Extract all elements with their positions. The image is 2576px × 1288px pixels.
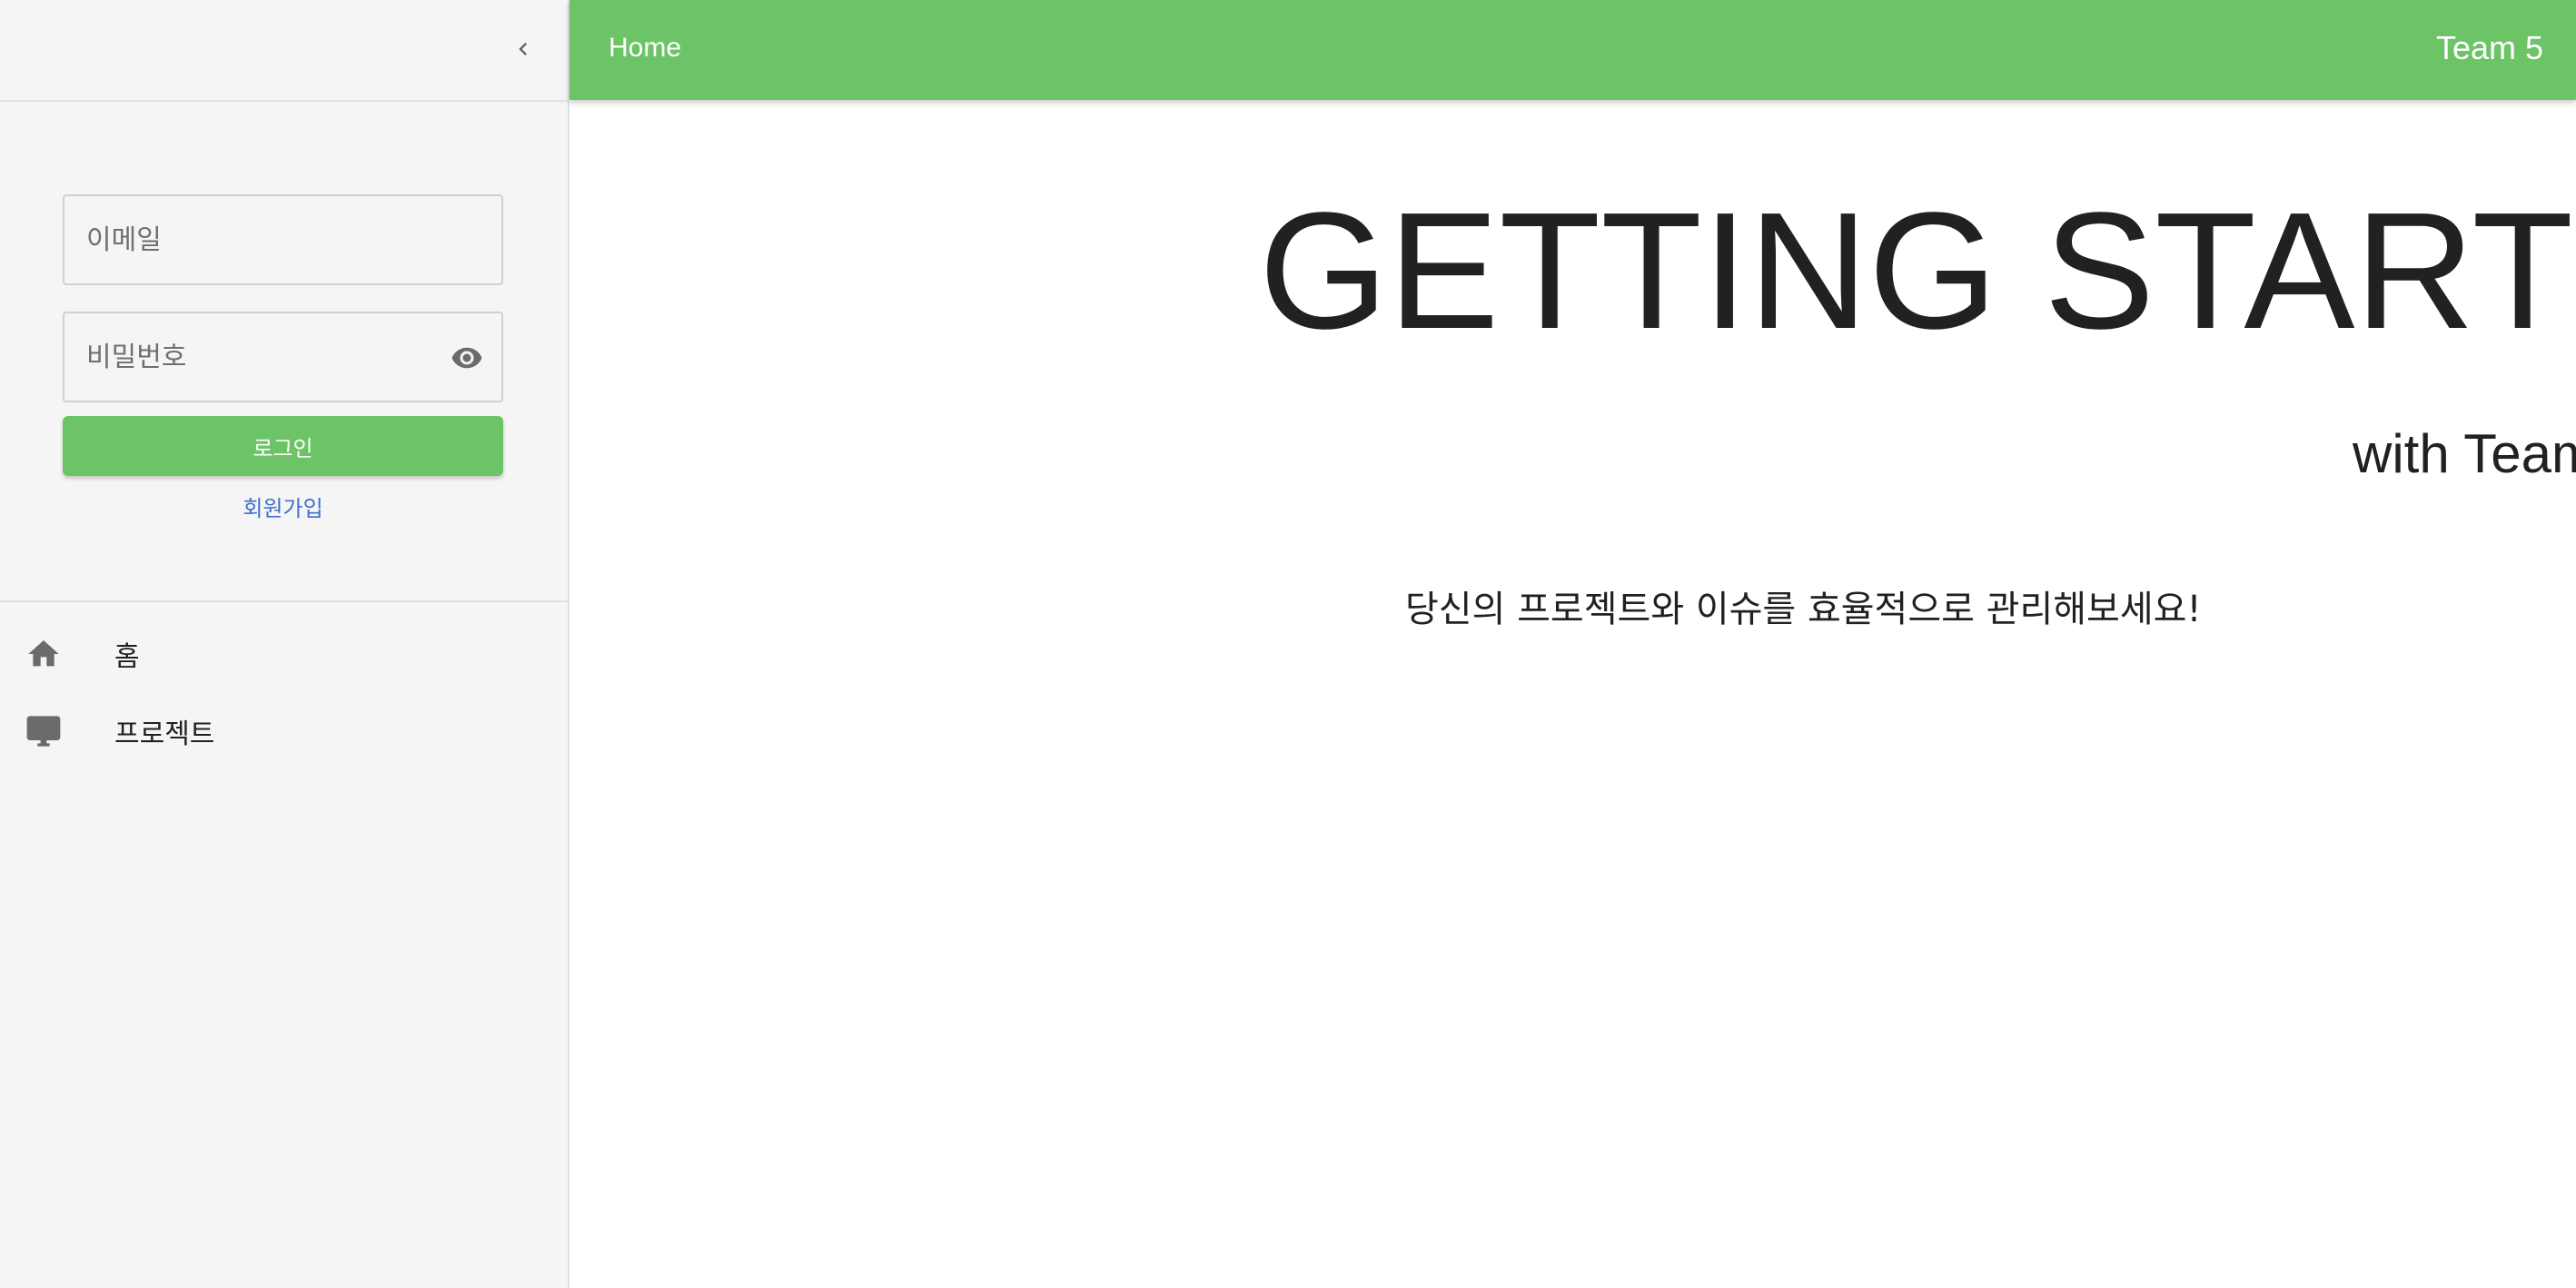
email-field[interactable]	[64, 196, 501, 283]
sidebar-header	[0, 0, 568, 102]
password-field-wrapper	[63, 312, 503, 402]
email-field-wrapper	[63, 194, 503, 285]
collapse-sidebar-button[interactable]	[505, 31, 541, 67]
sidebar-item-label: 홈	[114, 641, 140, 673]
team-name: Team 5	[2435, 29, 2543, 66]
sidebar-item-project[interactable]: 프로젝트	[0, 697, 568, 766]
password-field[interactable]	[64, 313, 501, 401]
hero-title: GETTING START	[1259, 177, 2574, 363]
eye-icon[interactable]	[447, 342, 487, 374]
hero-subtitle: with Team 5	[2353, 423, 2576, 484]
sidebar: 로그인 회원가입 홈 프로젝트	[0, 0, 570, 1288]
sidebar-item-home[interactable]: 홈	[0, 619, 568, 689]
chevron-left-icon	[519, 43, 527, 55]
app-bar: Home Team 5	[570, 0, 2576, 100]
login-button[interactable]: 로그인	[63, 416, 503, 476]
monitor-icon	[26, 716, 61, 747]
login-form: 로그인 회원가입	[63, 194, 503, 522]
nav-divider	[0, 600, 568, 602]
sidebar-item-label: 프로젝트	[114, 718, 215, 750]
home-icon	[28, 640, 59, 667]
main-content: GETTING START with Team 5 당신의 프로젝트와 이슈를 …	[571, 100, 2576, 1288]
home-link[interactable]: Home	[609, 33, 681, 64]
hero-description: 당신의 프로젝트와 이슈를 효율적으로 관리해보세요!	[1405, 589, 2202, 630]
signup-link[interactable]: 회원가입	[63, 490, 503, 522]
